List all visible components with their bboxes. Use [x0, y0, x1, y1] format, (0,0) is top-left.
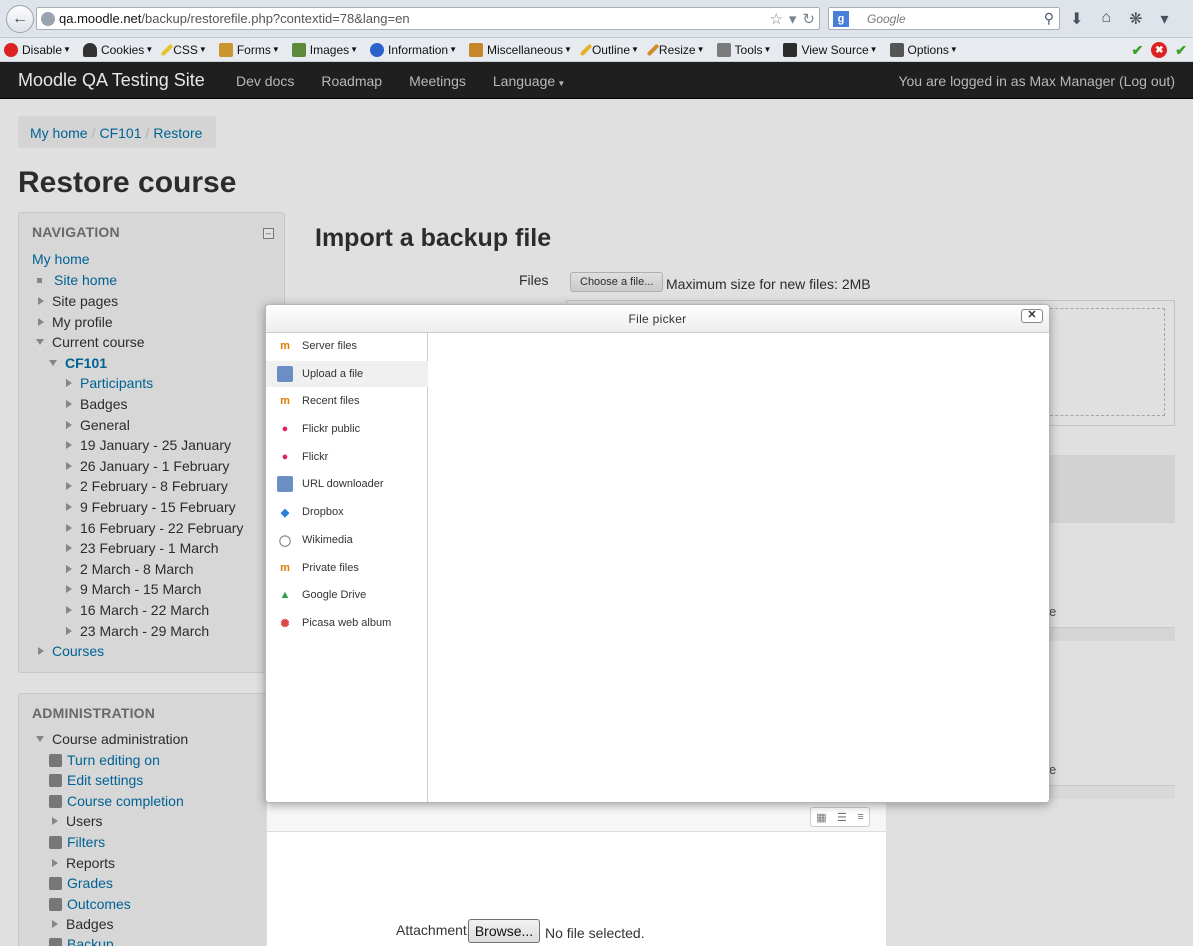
- toolbar-information[interactable]: Information ▼: [366, 42, 457, 57]
- repo-flickr[interactable]: ● Flickr: [266, 444, 428, 470]
- browse-button[interactable]: Browse...: [468, 919, 540, 943]
- nav-roadmap[interactable]: Roadmap: [321, 73, 382, 89]
- cookies-icon: [82, 42, 97, 57]
- nav-language[interactable]: Language ▼: [493, 73, 565, 89]
- picasa-icon: ✺: [280, 617, 290, 630]
- repo-picasa-web-album[interactable]: ✺ Picasa web album: [266, 610, 428, 636]
- attachment-label: Attachment:: [396, 922, 471, 938]
- upload-panel: ▦ ☰ ≡ Attachment: Browse... No file sele…: [266, 802, 887, 946]
- globe-icon: [41, 12, 55, 26]
- repository-content-area: [429, 333, 1049, 802]
- search-icon[interactable]: ⚲: [1044, 10, 1054, 27]
- back-arrow-icon[interactable]: ←: [6, 5, 34, 33]
- images-icon: [291, 42, 306, 57]
- address-bar[interactable]: qa.moodle.net /backup/restorefile.php?co…: [36, 7, 820, 30]
- tree-view-icon[interactable]: ≡: [857, 811, 863, 823]
- repo-wikimedia[interactable]: ◯ Wikimedia: [266, 527, 428, 553]
- repo-recent-files[interactable]: m Recent files: [266, 388, 428, 414]
- repo-server-files[interactable]: m Server files: [266, 333, 428, 359]
- flickr-icon: ●: [281, 451, 289, 463]
- google-drive-icon: ▲: [279, 589, 291, 601]
- nav-dev-docs[interactable]: Dev docs: [236, 73, 294, 89]
- download-icon[interactable]: ⬇: [1070, 9, 1083, 29]
- site-brand[interactable]: Moodle QA Testing Site: [18, 70, 205, 91]
- options-icon: [889, 42, 904, 57]
- information-icon: [370, 42, 385, 57]
- url-downloader-icon: [277, 476, 293, 492]
- toolbar-disable[interactable]: Disable ▼: [0, 42, 71, 57]
- toolbar-forms[interactable]: Forms ▼: [215, 42, 280, 57]
- toolbar-resize[interactable]: Resize ▼: [646, 43, 705, 57]
- css-icon: [160, 43, 174, 56]
- toolbar-miscellaneous[interactable]: Miscellaneous ▼: [465, 42, 572, 57]
- upload-icon: [277, 366, 293, 382]
- dialog-header: File picker ✕: [266, 305, 1049, 333]
- disable-icon: [4, 42, 18, 57]
- menu-dropdown-icon[interactable]: ▾: [1160, 9, 1168, 29]
- site-navbar: Moodle QA Testing Site Dev docs Roadmap …: [0, 62, 1193, 99]
- moodle-icon: m: [280, 340, 290, 352]
- moodle-icon: m: [280, 562, 290, 574]
- toolbar-images[interactable]: Images ▼: [288, 42, 358, 57]
- home-icon[interactable]: ⌂: [1101, 9, 1111, 29]
- reload-icon[interactable]: ↻: [802, 10, 815, 28]
- toolbar-cookies[interactable]: Cookies ▼: [79, 42, 153, 57]
- error-icon[interactable]: ✖: [1151, 42, 1168, 58]
- repo-url-downloader[interactable]: URL downloader: [266, 471, 428, 497]
- url-host: qa.moodle.net: [59, 11, 142, 26]
- forms-icon: [218, 42, 233, 57]
- repository-list: m Server files Upload a file m Recent file…: [266, 333, 428, 802]
- close-icon[interactable]: ✕: [1021, 309, 1043, 323]
- toolbar-options[interactable]: Options ▼: [886, 42, 958, 57]
- miscellaneous-icon: [469, 42, 483, 57]
- moodle-icon: m: [280, 395, 290, 407]
- view-source-icon: [783, 42, 798, 57]
- dropdown-arrow-icon[interactable]: ▾: [789, 10, 797, 28]
- no-file-selected-text: No file selected.: [545, 925, 645, 941]
- google-logo-icon[interactable]: g: [833, 10, 849, 27]
- toolbar-view-source[interactable]: View Source ▼: [779, 42, 878, 57]
- toolbar-outline[interactable]: Outline ▼: [579, 43, 639, 57]
- dialog-title: File picker: [628, 312, 687, 326]
- firebug-icon[interactable]: ❋: [1129, 9, 1142, 29]
- dropbox-icon: ◆: [280, 506, 290, 519]
- validate-check-icon[interactable]: ✔: [1132, 42, 1144, 59]
- repo-dropbox[interactable]: ◆ Dropbox: [266, 499, 428, 525]
- view-switcher: ▦ ☰ ≡: [810, 807, 870, 827]
- wikimedia-icon: ◯: [278, 534, 292, 547]
- browser-url-row: ← qa.moodle.net /backup/restorefile.php?…: [0, 0, 1193, 38]
- search-bar[interactable]: g Google ⚲: [828, 7, 1060, 30]
- icon-view-icon[interactable]: ▦: [816, 811, 826, 824]
- bookmark-star-icon[interactable]: ☆: [769, 10, 782, 28]
- filepicker-toolbar: ▦ ☰ ≡: [267, 802, 886, 832]
- outline-icon: [579, 43, 593, 56]
- repo-upload-a-file[interactable]: Upload a file: [266, 361, 428, 387]
- web-developer-toolbar: Disable ▼ Cookies ▼ CSS ▼ Forms ▼ Images ▼ In…: [0, 38, 1193, 62]
- toolbar-tools[interactable]: Tools ▼: [713, 42, 771, 57]
- tools-icon: [716, 42, 731, 57]
- flickr-icon: ●: [281, 423, 289, 435]
- url-path: /backup/restorefile.php?contextid=78&lan…: [141, 11, 410, 26]
- validate-check-icon[interactable]: ✔: [1175, 42, 1187, 59]
- nav-meetings[interactable]: Meetings: [409, 73, 466, 89]
- file-picker-dialog: File picker ✕ m Server files Upload a fil…: [265, 304, 1050, 803]
- repo-flickr-public[interactable]: ● Flickr public: [266, 416, 428, 442]
- repo-google-drive[interactable]: ▲ Google Drive: [266, 582, 428, 608]
- resize-icon: [646, 43, 660, 56]
- logged-in-info[interactable]: You are logged in as Max Manager (Log ou…: [898, 73, 1175, 89]
- list-view-icon[interactable]: ☰: [837, 811, 847, 824]
- toolbar-css[interactable]: CSS ▼: [160, 43, 207, 57]
- repo-private-files[interactable]: m Private files: [266, 555, 428, 581]
- search-placeholder: Google: [867, 11, 906, 26]
